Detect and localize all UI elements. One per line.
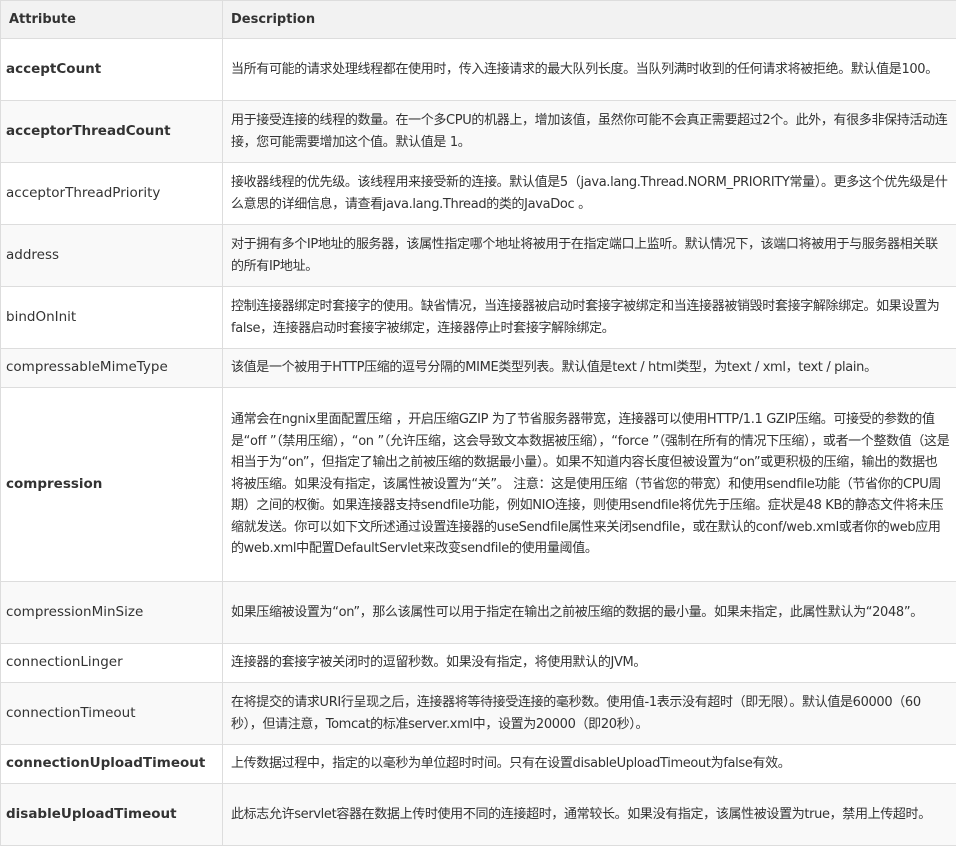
- attribute-cell: connectionLinger: [1, 644, 223, 683]
- description-cell: 如果压缩被设置为“on”，那么该属性可以用于指定在输出之前被压缩的数据的最小量。…: [223, 582, 956, 644]
- attribute-cell: disableUploadTimeout: [1, 784, 223, 846]
- table-row: bindOnInit 控制连接器绑定时套接字的使用。缺省情况，当连接器被启动时套…: [1, 287, 956, 349]
- attribute-cell: connectionUploadTimeout: [1, 745, 223, 784]
- attribute-cell: acceptorThreadPriority: [1, 163, 223, 225]
- description-cell: 控制连接器绑定时套接字的使用。缺省情况，当连接器被启动时套接字被绑定和当连接器被…: [223, 287, 956, 349]
- attribute-cell: connectionTimeout: [1, 683, 223, 745]
- table-row: connectionUploadTimeout 上传数据过程中，指定的以毫秒为单…: [1, 745, 956, 784]
- table-row: acceptCount 当所有可能的请求处理线程都在使用时，传入连接请求的最大队…: [1, 39, 956, 101]
- attribute-cell: address: [1, 225, 223, 287]
- description-cell: 此标志允许servlet容器在数据上传时使用不同的连接超时，通常较长。如果没有指…: [223, 784, 956, 846]
- attribute-cell: acceptorThreadCount: [1, 101, 223, 163]
- table-row: connectionLinger 连接器的套接字被关闭时的逗留秒数。如果没有指定…: [1, 644, 956, 683]
- attribute-column-header: Attribute: [1, 1, 223, 39]
- table-row: disableUploadTimeout 此标志允许servlet容器在数据上传…: [1, 784, 956, 846]
- table-row: compression 通常会在ngnix里面配置压缩 ，开启压缩GZIP 为了…: [1, 388, 956, 582]
- table-row: acceptorThreadCount 用于接受连接的线程的数量。在一个多CPU…: [1, 101, 956, 163]
- description-cell: 用于接受连接的线程的数量。在一个多CPU的机器上，增加该值，虽然你可能不会真正需…: [223, 101, 956, 163]
- attribute-cell: compressionMinSize: [1, 582, 223, 644]
- attribute-table: Attribute Description acceptCount 当所有可能的…: [0, 0, 956, 846]
- table-row: address 对于拥有多个IP地址的服务器，该属性指定哪个地址将被用于在指定端…: [1, 225, 956, 287]
- description-cell: 连接器的套接字被关闭时的逗留秒数。如果没有指定，将使用默认的JVM。: [223, 644, 956, 683]
- description-cell: 该值是一个被用于HTTP压缩的逗号分隔的MIME类型列表。默认值是text / …: [223, 349, 956, 388]
- attribute-cell: bindOnInit: [1, 287, 223, 349]
- description-cell: 接收器线程的优先级。该线程用来接受新的连接。默认值是5（java.lang.Th…: [223, 163, 956, 225]
- description-cell: 通常会在ngnix里面配置压缩 ，开启压缩GZIP 为了节省服务器带宽，连接器可…: [223, 388, 956, 582]
- description-cell: 上传数据过程中，指定的以毫秒为单位超时时间。只有在设置disableUpload…: [223, 745, 956, 784]
- description-cell: 当所有可能的请求处理线程都在使用时，传入连接请求的最大队列长度。当队列满时收到的…: [223, 39, 956, 101]
- description-cell: 对于拥有多个IP地址的服务器，该属性指定哪个地址将被用于在指定端口上监听。默认情…: [223, 225, 956, 287]
- table-row: connectionTimeout 在将提交的请求URI行呈现之后，连接器将等待…: [1, 683, 956, 745]
- attribute-cell: compression: [1, 388, 223, 582]
- attribute-cell: compressableMimeType: [1, 349, 223, 388]
- table-row: compressableMimeType 该值是一个被用于HTTP压缩的逗号分隔…: [1, 349, 956, 388]
- table-row: acceptorThreadPriority 接收器线程的优先级。该线程用来接受…: [1, 163, 956, 225]
- attribute-cell: acceptCount: [1, 39, 223, 101]
- table-row: compressionMinSize 如果压缩被设置为“on”，那么该属性可以用…: [1, 582, 956, 644]
- description-cell: 在将提交的请求URI行呈现之后，连接器将等待接受连接的毫秒数。使用值-1表示没有…: [223, 683, 956, 745]
- table-header-row: Attribute Description: [1, 1, 956, 39]
- description-column-header: Description: [223, 1, 956, 39]
